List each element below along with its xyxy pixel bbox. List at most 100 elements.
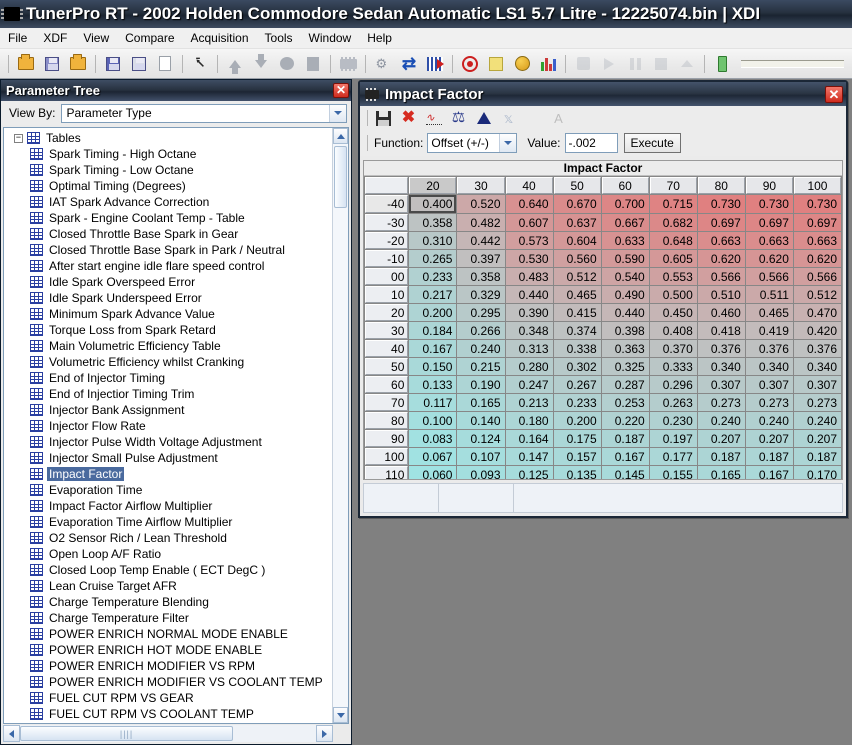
tree-item-power-enrich-modifier-vs-coolant-temp[interactable]: POWER ENRICH MODIFIER VS COOLANT TEMP	[4, 674, 332, 690]
table-cell[interactable]: 0.167	[746, 466, 793, 480]
table-cell[interactable]: 0.307	[698, 376, 745, 393]
table-cell[interactable]: 0.273	[698, 394, 745, 411]
chevron-down-icon[interactable]	[329, 105, 346, 122]
row-header[interactable]: 30	[365, 322, 408, 339]
download-arrow-down-icon[interactable]	[250, 53, 272, 75]
table-cell[interactable]: 0.240	[746, 412, 793, 429]
table-cell[interactable]: 0.340	[698, 358, 745, 375]
scroll-right-button[interactable]	[316, 725, 333, 742]
table-cell[interactable]: 0.307	[746, 376, 793, 393]
table-cell[interactable]: 0.187	[746, 448, 793, 465]
table-cell[interactable]: 0.450	[650, 304, 697, 321]
scale-balance-icon[interactable]: ⚖	[448, 108, 469, 128]
tree-item-minimum-spark-advance-value[interactable]: Minimum Spark Advance Value	[4, 306, 332, 322]
row-header[interactable]: 110	[365, 466, 408, 480]
table-cell[interactable]: 0.490	[602, 286, 649, 303]
scroll-left-button[interactable]	[3, 725, 20, 742]
table-cell[interactable]: 0.663	[794, 232, 841, 249]
parameter-tree-close-icon[interactable]: ✕	[333, 83, 349, 98]
table-cell[interactable]: 0.540	[602, 268, 649, 285]
table-cell[interactable]: 0.230	[650, 412, 697, 429]
table-cell[interactable]: 0.197	[650, 430, 697, 447]
tree-item-power-enrich-modifier-vs-rpm[interactable]: POWER ENRICH MODIFIER VS RPM	[4, 658, 332, 674]
tree-item-closed-throttle-base-spark-in-gear[interactable]: Closed Throttle Base Spark in Gear	[4, 226, 332, 242]
impact-factor-table[interactable]: 20 30 40 50 60 70 80 90 100 -40 0.400 0.520 0.640 0.…	[364, 176, 842, 480]
table-cell[interactable]: 0.187	[602, 430, 649, 447]
menu-item-xdf[interactable]: XDF	[35, 29, 75, 47]
row-header[interactable]: 10	[365, 286, 408, 303]
table-cell[interactable]: 0.442	[457, 232, 504, 249]
table-cell[interactable]: 0.419	[746, 322, 793, 339]
tree-item-end-of-injector-timing[interactable]: End of Injector Timing	[4, 370, 332, 386]
close-table-icon[interactable]: ✖	[398, 108, 419, 128]
row-header[interactable]: -30	[365, 214, 408, 231]
table-cell[interactable]: 0.266	[457, 322, 504, 339]
table-cell[interactable]: 0.566	[698, 268, 745, 285]
table-cell[interactable]: 0.465	[554, 286, 601, 303]
table-cell[interactable]: 0.415	[554, 304, 601, 321]
hscroll-thumb[interactable]: ||||	[20, 726, 233, 741]
table-cell[interactable]: 0.340	[746, 358, 793, 375]
tree-item-idle-spark-overspeed-error[interactable]: Idle Spark Overspeed Error	[4, 274, 332, 290]
value-input[interactable]: -.002	[565, 133, 618, 153]
menu-item-tools[interactable]: Tools	[257, 29, 301, 47]
row-header[interactable]: 00	[365, 268, 408, 285]
table-cell[interactable]: 0.333	[650, 358, 697, 375]
tree-item-closed-throttle-base-spark-in-park-neutral[interactable]: Closed Throttle Base Spark in Park / Neu…	[4, 242, 332, 258]
table-cell[interactable]: 0.700	[602, 195, 649, 213]
row-header[interactable]: 20	[365, 304, 408, 321]
table-cell[interactable]: 0.374	[554, 322, 601, 339]
table-cell[interactable]: 0.663	[698, 232, 745, 249]
tree-item-optimal-timing-degrees[interactable]: Optimal Timing (Degrees)	[4, 178, 332, 194]
table-cell[interactable]: 0.590	[602, 250, 649, 267]
table-cell[interactable]: 0.200	[554, 412, 601, 429]
tree-item-open-loop-a-f-ratio[interactable]: Open Loop A/F Ratio	[4, 546, 332, 562]
tree-item-spark-timing-high-octane[interactable]: Spark Timing - High Octane	[4, 146, 332, 162]
row-header[interactable]: -40	[365, 195, 408, 213]
execute-button[interactable]: Execute	[624, 133, 681, 153]
table-cell[interactable]: 0.667	[602, 214, 649, 231]
notepad-icon[interactable]	[485, 53, 507, 75]
globe-info-icon[interactable]	[511, 53, 533, 75]
table-cell[interactable]: 0.340	[794, 358, 841, 375]
table-cell[interactable]: 0.150	[409, 358, 456, 375]
impact-factor-close-icon[interactable]: ✕	[825, 86, 843, 103]
table-cell[interactable]: 0.640	[506, 195, 553, 213]
tree-item-closed-loop-temp-enable-ect-degc[interactable]: Closed Loop Temp Enable ( ECT DegC )	[4, 562, 332, 578]
tree-vertical-scrollbar[interactable]	[332, 128, 348, 723]
copy-pages-icon[interactable]	[302, 53, 324, 75]
table-cell[interactable]: 0.348	[506, 322, 553, 339]
row-header[interactable]: 60	[365, 376, 408, 393]
scroll-down-button[interactable]	[333, 707, 348, 723]
table-cell[interactable]: 0.187	[698, 448, 745, 465]
table-cell[interactable]: 0.730	[746, 195, 793, 213]
tree-node-tables-root[interactable]: − Tables	[4, 130, 332, 146]
row-header[interactable]: 90	[365, 430, 408, 447]
table-cell[interactable]: 0.730	[794, 195, 841, 213]
scroll-track[interactable]	[333, 144, 348, 707]
table-cell[interactable]: 0.067	[409, 448, 456, 465]
table-cell[interactable]: 0.207	[698, 430, 745, 447]
open-file-icon[interactable]	[15, 53, 37, 75]
tree-item-fuel-cut-rpm-vs-gear[interactable]: FUEL CUT RPM VS GEAR	[4, 690, 332, 706]
table-cell[interactable]: 0.512	[794, 286, 841, 303]
table-cell[interactable]: 0.117	[409, 394, 456, 411]
hscroll-track[interactable]: ||||	[20, 725, 316, 742]
table-cell[interactable]: 0.358	[409, 214, 456, 231]
tree-item-charge-temperature-blending[interactable]: Charge Temperature Blending	[4, 594, 332, 610]
table-cell[interactable]: 0.363	[602, 340, 649, 357]
row-header[interactable]: -20	[365, 232, 408, 249]
table-cell[interactable]: 0.620	[794, 250, 841, 267]
table-cell[interactable]: 0.060	[409, 466, 456, 480]
table-cell[interactable]: 0.175	[554, 430, 601, 447]
column-header[interactable]: 80	[698, 177, 745, 194]
table-cell[interactable]: 0.215	[457, 358, 504, 375]
tree-item-evaporation-time[interactable]: Evaporation Time	[4, 482, 332, 498]
tree-item-torque-loss-from-spark-retard[interactable]: Torque Loss from Spark Retard	[4, 322, 332, 338]
table-cell[interactable]: 0.155	[650, 466, 697, 480]
table-cell[interactable]: 0.697	[794, 214, 841, 231]
chevron-down-icon[interactable]	[499, 134, 516, 152]
table-cell[interactable]: 0.190	[457, 376, 504, 393]
table-cell[interactable]: 0.124	[457, 430, 504, 447]
table-cell[interactable]: 0.325	[602, 358, 649, 375]
